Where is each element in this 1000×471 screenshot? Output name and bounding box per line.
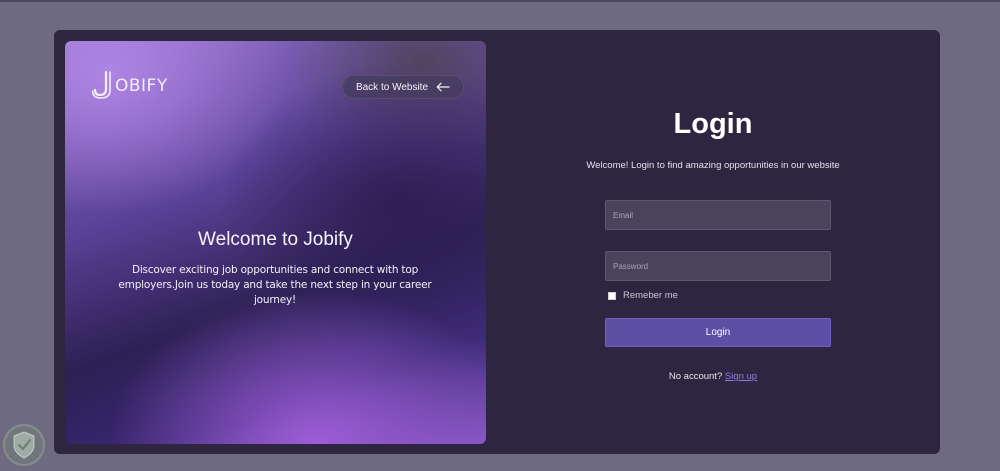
hero-description: Discover exciting job opportunities and … bbox=[118, 264, 432, 306]
login-title: Login bbox=[673, 108, 753, 140]
security-badge bbox=[3, 424, 45, 466]
email-input[interactable] bbox=[605, 200, 831, 230]
hero-panel: OBIFY Back to Website Welcome to Jobify … bbox=[65, 41, 486, 444]
signup-link[interactable]: Sign up bbox=[725, 371, 757, 382]
password-input[interactable] bbox=[605, 251, 831, 281]
login-card: OBIFY Back to Website Welcome to Jobify … bbox=[54, 30, 940, 454]
login-subtitle: Welcome! Login to find amazing opportuni… bbox=[586, 160, 840, 171]
signup-prompt: No account? Sign up bbox=[486, 371, 940, 382]
back-button-label: Back to Website bbox=[355, 81, 429, 93]
hero-title: Welcome to Jobify bbox=[198, 229, 353, 250]
back-to-website-button[interactable]: Back to Website bbox=[342, 75, 464, 99]
top-border bbox=[0, 0, 1000, 2]
login-button[interactable]: Login bbox=[605, 318, 831, 347]
remember-me[interactable]: Remeber me bbox=[608, 290, 678, 301]
j-logo-icon bbox=[92, 70, 111, 99]
login-form: Login Welcome! Login to find amazing opp… bbox=[486, 30, 940, 454]
shield-check-icon bbox=[13, 431, 35, 459]
remember-me-label: Remeber me bbox=[623, 290, 678, 301]
arrow-left-icon bbox=[436, 82, 450, 92]
brand-logo[interactable]: OBIFY bbox=[92, 69, 168, 99]
no-account-text: No account? bbox=[668, 371, 723, 382]
brand-name: OBIFY bbox=[115, 76, 168, 96]
remember-me-checkbox[interactable] bbox=[608, 291, 616, 300]
